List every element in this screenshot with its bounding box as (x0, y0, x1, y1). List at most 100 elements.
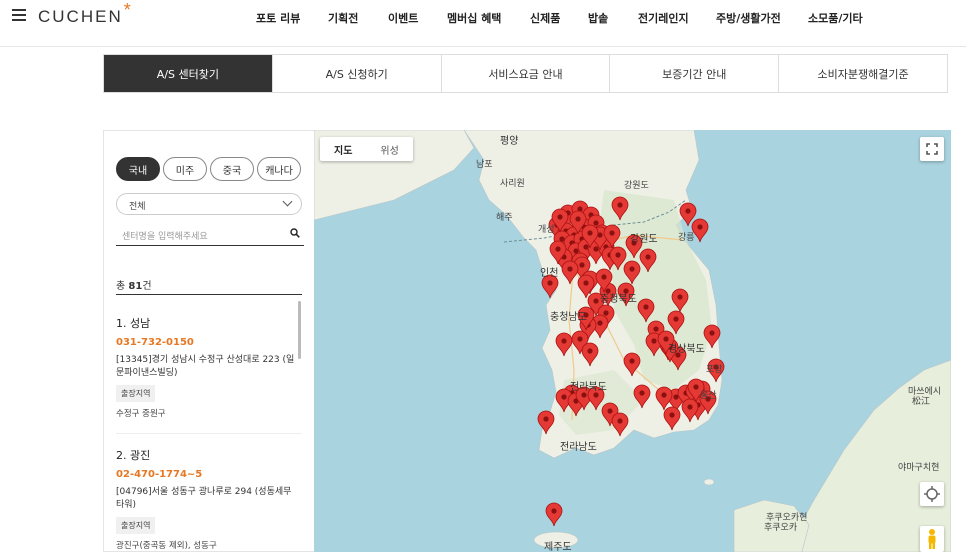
list-divider (116, 433, 302, 434)
map-marker-dot (687, 404, 693, 410)
map-marker-dot (581, 392, 587, 398)
map-marker-dot (573, 248, 579, 254)
pegman-icon (928, 529, 936, 549)
map-marker-dot (617, 418, 623, 424)
map-marker-dot (697, 224, 703, 230)
map-label: 인천 (540, 268, 559, 279)
tab-warranty[interactable]: 보증기간 안내 (609, 55, 778, 92)
tab-as-request[interactable]: A/S 신청하기 (271, 55, 441, 92)
map-label: 제주도 (544, 542, 572, 552)
nav-photo-review[interactable]: 포토 리뷰 (256, 10, 300, 26)
map-marker-dot (587, 230, 593, 236)
center-search (116, 224, 304, 247)
map-marker-icon[interactable] (545, 502, 563, 527)
top-bar: CUCHEN* 포토 리뷰 기획전 이벤트 멤버십 혜택 신제품 밥솥 전기레인… (0, 0, 966, 34)
map-label: 포항 (706, 365, 723, 375)
list-item[interactable]: 1. 성남 031-732-0150 [13345]경기 성남시 수정구 산성대… (116, 315, 298, 419)
tab-dispute-standards[interactable]: 소비자분쟁해결기준 (778, 55, 947, 92)
map-marker-dot (555, 246, 561, 252)
map-canvas[interactable] (314, 130, 951, 552)
map-marker-dot (615, 252, 621, 258)
map-marker-dot (543, 416, 549, 422)
fullscreen-button[interactable] (920, 137, 944, 161)
nav-kitchen-appliances[interactable]: 주방/생활가전 (716, 10, 781, 26)
street-view-button[interactable] (920, 526, 944, 552)
map-label: 야마구치현 (898, 463, 940, 473)
search-input[interactable] (116, 227, 276, 247)
as-tabs: A/S 센터찾기 A/S 신청하기 서비스요금 안내 보증기간 안내 소비자분쟁… (103, 54, 948, 93)
map-marker-dot (593, 298, 599, 304)
nav-membership[interactable]: 멤버십 혜택 (447, 10, 501, 26)
list-item[interactable]: 2. 광진 02-470-1774~5 [04796]서울 성동구 광나루로 2… (116, 447, 298, 551)
map-label: 전라북도 (570, 382, 607, 393)
center-map[interactable]: 평양 남포 사리원 강원도 해주 개성 인천 강원도 강릉 충청북도 충청남도 … (314, 130, 951, 552)
center-address: [13345]경기 성남시 수정구 산성대로 223 (일문파이낸스빌딩) (116, 355, 295, 378)
nav-rice-cooker[interactable]: 밥솥 (588, 10, 608, 26)
map-marker-dot (597, 320, 603, 326)
map-marker-dot (651, 338, 657, 344)
map-marker-dot (593, 220, 599, 226)
map-marker-dot (617, 202, 623, 208)
region-korea[interactable]: 국내 (116, 157, 160, 181)
nav-new-products[interactable]: 신제품 (530, 10, 560, 26)
area-select[interactable]: 전체 (116, 193, 302, 215)
map-marker-dot (603, 310, 609, 316)
map-label: 충청북도 (600, 294, 637, 305)
center-phone[interactable]: 02-470-1774~5 (116, 469, 298, 480)
brand-logo[interactable]: CUCHEN* (38, 0, 132, 27)
region-usa[interactable]: 미주 (163, 157, 207, 181)
region-china[interactable]: 중국 (210, 157, 254, 181)
map-marker-dot (673, 316, 679, 322)
count-divider (116, 294, 302, 295)
region-canada[interactable]: 캐나다 (257, 157, 301, 181)
map-type-control: 지도 위성 (320, 137, 413, 161)
map-label: 울산 (700, 391, 717, 401)
map-marker-dot (559, 236, 565, 242)
nav-consumables[interactable]: 소모품/기타 (808, 10, 863, 26)
nav-electric-range[interactable]: 전기레인지 (638, 10, 689, 26)
map-label: 후쿠오카 (764, 523, 798, 533)
map-type-roadmap[interactable]: 지도 (320, 137, 366, 161)
map-marker-dot (645, 254, 651, 260)
header-divider (0, 46, 966, 47)
map-label: 남포 (476, 160, 493, 170)
map-marker-dot (629, 358, 635, 364)
map-marker-dot (547, 280, 553, 286)
nav-events[interactable]: 이벤트 (388, 10, 418, 26)
crosshair-icon (924, 486, 940, 502)
tab-as-center-finder[interactable]: A/S 센터찾기 (104, 55, 272, 92)
chevron-down-icon (282, 196, 293, 207)
result-count: 총 81건 (116, 281, 152, 292)
center-list-panel: 국내 미주 중국 캐나다 전체 총 81건 1. 성남 031-732-0150… (103, 130, 314, 552)
map-marker-dot (693, 384, 699, 390)
search-icon[interactable] (290, 228, 300, 238)
map-type-satellite[interactable]: 위성 (366, 137, 412, 161)
map-marker-dot (561, 394, 567, 400)
map-marker-dot (629, 266, 635, 272)
tab-service-fees[interactable]: 서비스요금 안내 (440, 55, 610, 92)
map-label: 충청남도 (550, 312, 587, 323)
list-scrollbar[interactable] (298, 301, 301, 359)
map-marker-dot (587, 348, 593, 354)
center-phone[interactable]: 031-732-0150 (116, 337, 298, 348)
map-marker-dot (677, 294, 683, 300)
map-marker-dot (609, 230, 615, 236)
map-label: 강원도 (630, 234, 658, 245)
nav-promotions[interactable]: 기획전 (328, 10, 358, 26)
region-filter: 국내 미주 중국 캐나다 (116, 157, 301, 181)
menu-icon[interactable] (12, 9, 26, 21)
map-marker-dot (639, 390, 645, 396)
my-location-button[interactable] (920, 482, 944, 506)
center-name: 2. 광진 (116, 449, 151, 462)
map-label: 경상북도 (668, 344, 705, 355)
map-marker-dot (669, 412, 675, 418)
fullscreen-icon (926, 143, 938, 155)
map-marker-dot (661, 392, 667, 398)
map-marker-dot (577, 336, 583, 342)
map-label: 전라남도 (560, 442, 597, 453)
map-marker-dot (709, 330, 715, 336)
map-marker-dot (685, 208, 691, 214)
map-marker-dot (673, 394, 679, 400)
map-label: 강원도 (624, 181, 649, 191)
service-area: 광진구(중곡동 제외), 성동구 (116, 541, 217, 551)
